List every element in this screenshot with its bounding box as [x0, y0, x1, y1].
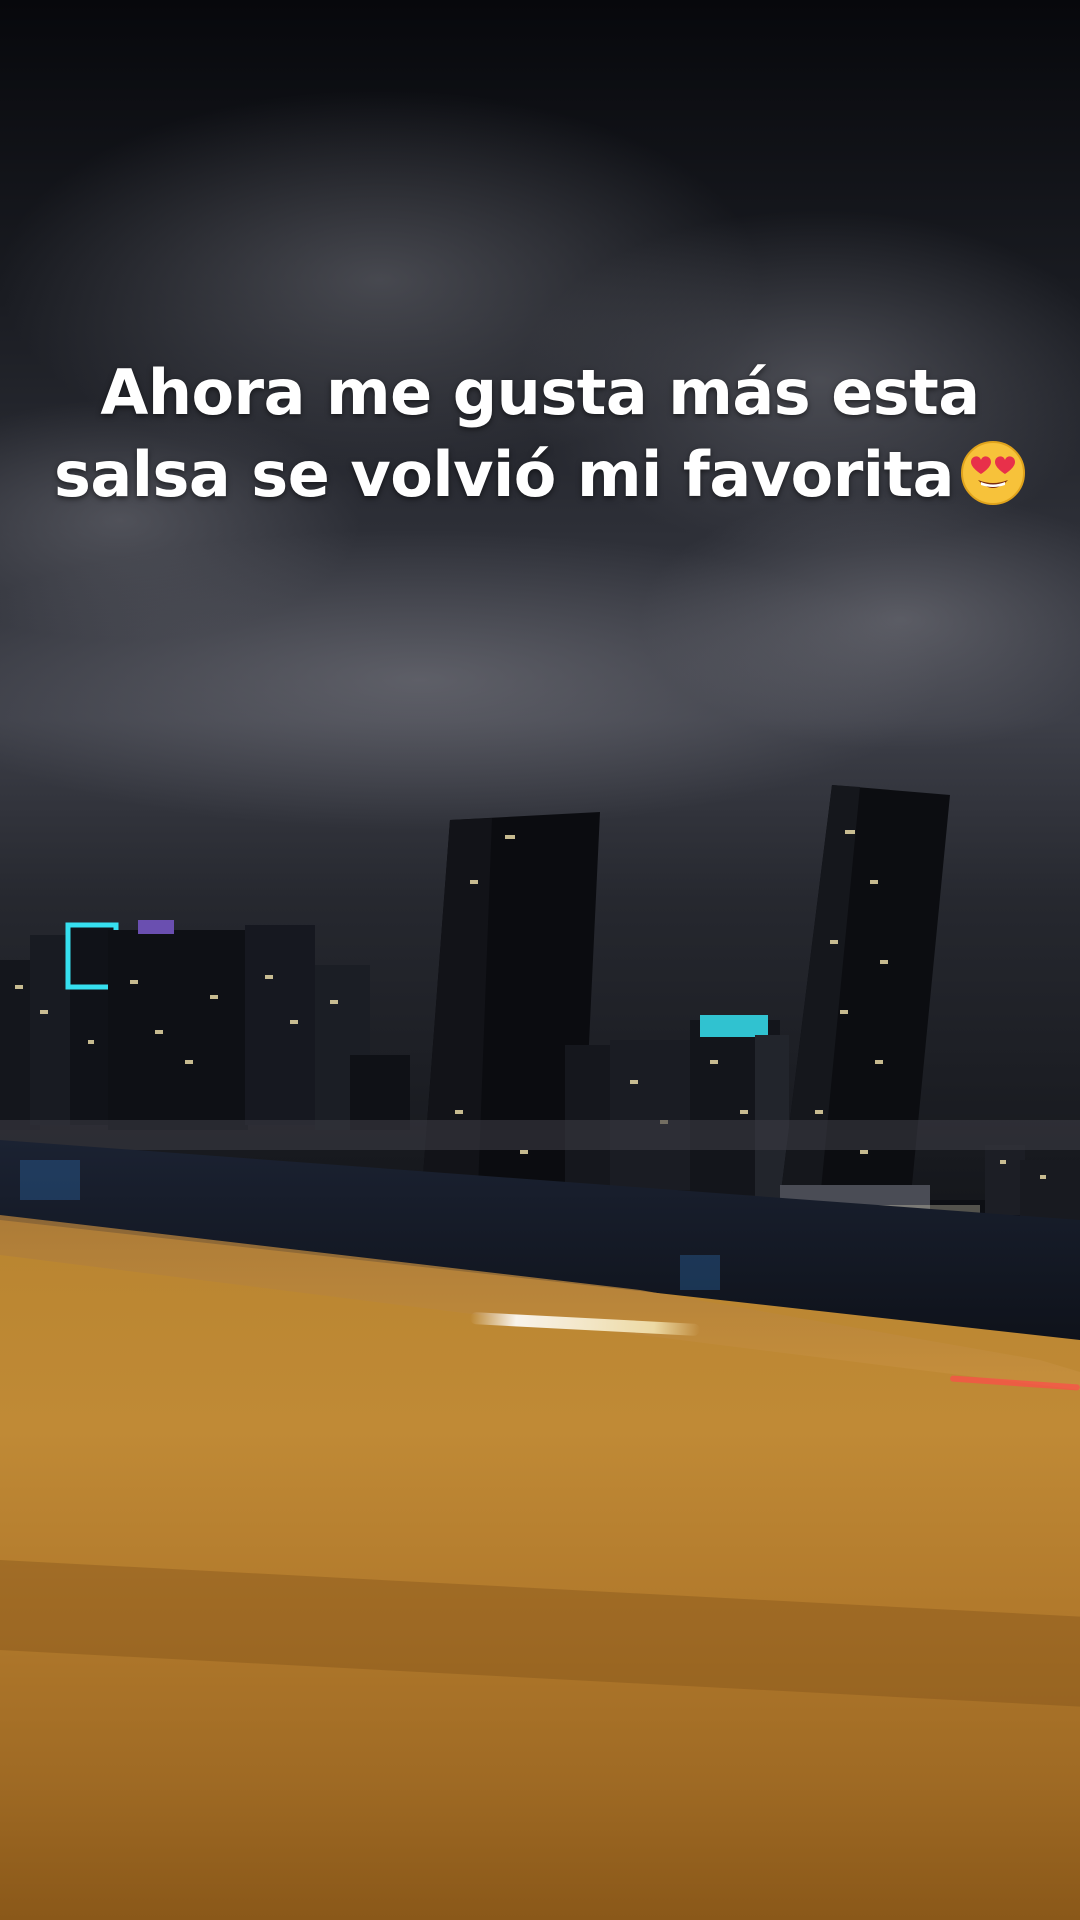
caption-line-1: Ahora me gusta más esta	[100, 356, 980, 429]
video-caption: Ahora me gusta más esta salsa se volvió …	[0, 352, 1080, 516]
night-skyline-photo	[0, 0, 1080, 1920]
video-frame: Ahora me gusta más esta salsa se volvió …	[0, 0, 1080, 1920]
heart-eyes-emoji-icon	[960, 440, 1026, 506]
caption-line-2-text: salsa se volvió mi favorita	[53, 438, 955, 511]
cyan-tower-crown	[700, 1015, 768, 1037]
caption-line-2: salsa se volvió mi favorita	[0, 434, 1080, 516]
